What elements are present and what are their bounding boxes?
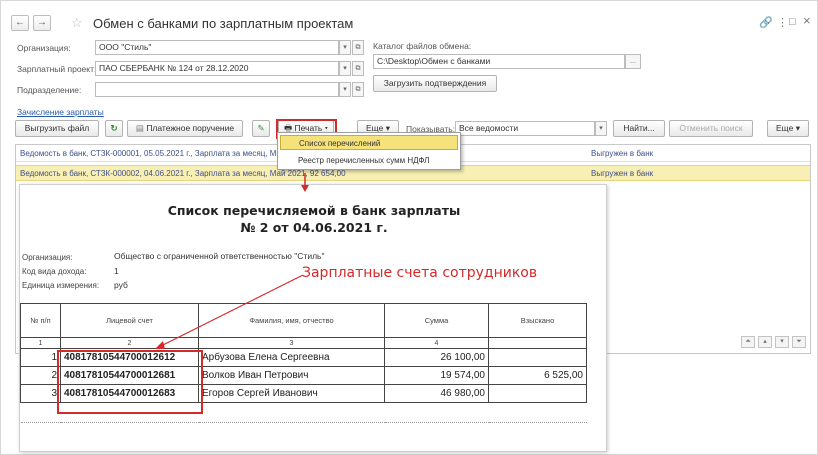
back-icon: ← [15,17,25,28]
show-filter-dropdown[interactable]: ▾ [595,121,607,136]
org-label: Организация: [17,43,71,53]
favorite-star-icon[interactable]: ☆ [71,15,83,31]
report-unit-value: руб [114,280,128,290]
org-open-button[interactable]: ⧉ [352,40,364,55]
col-header: Лицевой счет [60,303,199,338]
row-number: 1 [20,348,61,367]
statement-status: Выгружен в банк [591,169,654,178]
report-org-value: Общество с ограниченной ответственностью… [114,251,325,261]
col-header: Сумма [384,303,489,338]
find-button[interactable]: Найти... [613,120,665,137]
sum-cell: 19 574,00 [384,366,489,385]
col-header: № п/п [20,303,61,338]
close-icon[interactable]: × [803,13,811,28]
annotation-label: Зарплатные счета сотрудников [302,265,538,281]
title-bar: ← → ☆ Обмен с банками по зарплатным прое… [11,11,811,35]
forward-icon: → [37,17,47,28]
print-menu[interactable]: Список перечислений Реестр перечисленных… [277,132,461,170]
org-field[interactable]: ООО "Стиль" [95,40,339,55]
row-number: 3 [20,384,61,403]
name-cell: Арбузова Елена Сергеевна [198,348,385,367]
dropdown-icon: ▾ [343,44,347,51]
scroll-top-icon[interactable]: ⏶ [741,336,755,348]
project-open-button[interactable]: ⧉ [352,61,364,76]
project-label: Зарплатный проект: [17,64,97,74]
sum-cell: 26 100,00 [384,348,489,367]
name-cell: Волков Иван Петрович [198,366,385,385]
edit-icon: ✎ [257,123,265,133]
col-number [488,337,587,349]
edit-button[interactable]: ✎ [252,120,270,137]
refresh-icon: ↻ [110,123,118,133]
exchange-window: ← → ☆ Обмен с банками по зарплатным прое… [0,0,818,455]
open-icon: ⧉ [355,44,361,51]
dropdown-icon: ▾ [343,65,347,72]
upload-file-button[interactable]: Выгрузить файл [15,120,99,137]
payment-order-label: Платежное поручение [146,123,235,133]
window-title: Обмен с банками по зарплатным проектам [93,16,354,31]
catalog-field[interactable]: C:\Desktop\Обмен с банками [373,54,625,69]
catalog-browse-button[interactable]: ... [625,54,641,69]
project-field[interactable]: ПАО СБЕРБАНК № 124 от 28.12.2020 [95,61,339,76]
org-dropdown-button[interactable]: ▾ [339,40,351,55]
col-number: 3 [198,337,385,349]
col-header: Взыскано [488,303,587,338]
maximize-icon[interactable]: □ [789,16,796,28]
more-button-right[interactable]: Еще ▾ [767,120,809,137]
open-icon: ⧉ [355,86,361,93]
scroll-down-icon[interactable]: ▾ [775,336,789,348]
report-org-label: Организация: [22,253,73,262]
withheld-cell [488,384,587,403]
forward-button[interactable]: → [33,15,51,31]
show-filter-field[interactable]: Все ведомости [455,121,595,136]
chevron-down-icon: ▾ [795,123,800,133]
col-number: 1 [20,337,61,349]
menu-item-transfer-list[interactable]: Список перечислений [280,135,458,150]
report-income-value: 1 [114,266,119,276]
document-icon: ▤ [135,123,144,133]
open-icon: ⧉ [355,65,361,72]
dept-open-button[interactable]: ⧉ [352,82,364,97]
name-cell: Егоров Сергей Иванович [198,384,385,403]
dropdown-icon: ▾ [599,125,603,132]
menu-item-ndfl-register[interactable]: Реестр перечисленных сумм НДФЛ [280,153,458,168]
ellipsis-icon: ... [630,58,636,65]
scroll-up-icon[interactable]: ▴ [758,336,772,348]
scroll-bottom-icon[interactable]: ⏷ [792,336,806,348]
withheld-cell [488,348,587,367]
dept-label: Подразделение: [17,85,82,95]
link-icon[interactable]: 🔗 [759,16,773,29]
project-dropdown-button[interactable]: ▾ [339,61,351,76]
report-income-label: Код вида дохода: [22,267,87,276]
row-number: 2 [20,366,61,385]
accounts-highlight-box [57,350,203,414]
dropdown-icon: ▾ [343,86,347,93]
payment-order-button[interactable]: ▤ Платежное поручение [127,120,243,137]
sum-cell: 46 980,00 [384,384,489,403]
refresh-button[interactable]: ↻ [105,120,123,137]
report-number: № 2 от 04.06.2021 г. [240,220,388,235]
more-vert-icon[interactable]: ⋮ [777,16,788,29]
cancel-search-button[interactable]: Отменить поиск [669,120,753,137]
dept-dropdown-button[interactable]: ▾ [339,82,351,97]
withheld-cell: 6 525,00 [488,366,587,385]
back-button[interactable]: ← [11,15,29,31]
load-confirmations-button[interactable]: Загрузить подтверждения [373,75,497,92]
report-unit-label: Единица измерения: [22,281,100,290]
catalog-label: Каталог файлов обмена: [373,41,472,51]
col-number: 2 [60,337,199,349]
statement-status: Выгружен в банк [591,149,654,158]
col-number: 4 [384,337,489,349]
report-title: Список перечисляемой в банк зарплаты [167,203,461,218]
dept-field[interactable] [95,82,339,97]
more-label: Еще [776,123,794,133]
salary-credit-link[interactable]: Зачисление зарплаты [17,107,104,117]
col-header: Фамилия, имя, отчество [198,303,385,338]
